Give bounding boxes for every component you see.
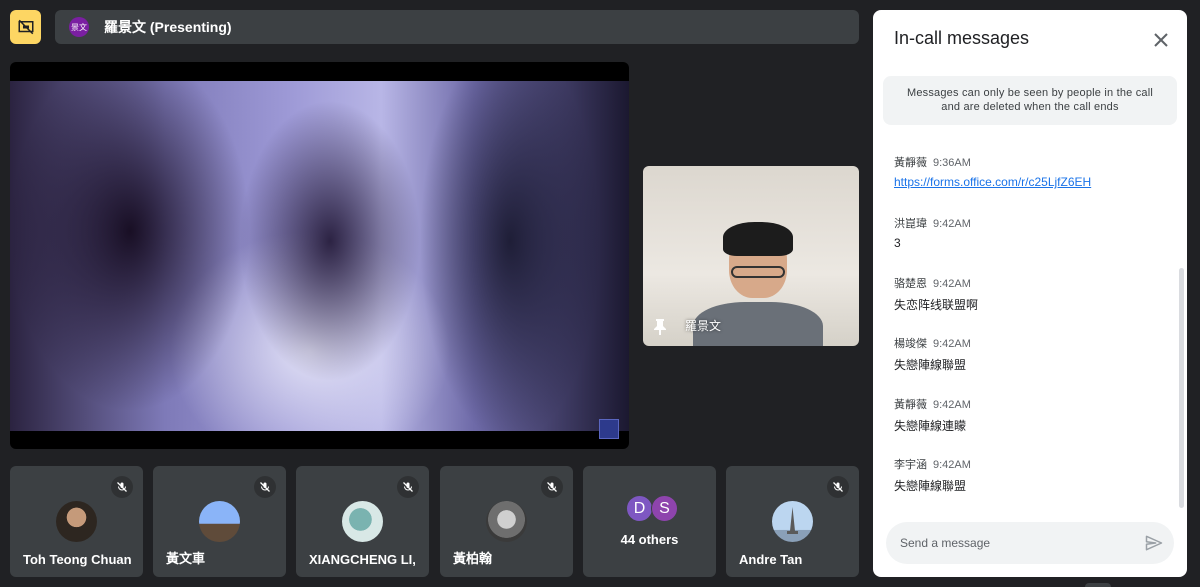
message-text: 失戀陣線聯盟 (894, 358, 967, 372)
message-text: 失恋阵线联盟啊 (894, 298, 979, 312)
message-sender: 黃靜薇 (894, 157, 927, 169)
avatar: S (651, 495, 678, 522)
chat-message: 黃靜薇 9:42AM 失戀陣線連矇 (894, 396, 1164, 434)
video-watermark-icon (599, 419, 619, 439)
others-tile[interactable]: D S 44 others (583, 466, 716, 577)
pinned-participant-name: 羅景文 (685, 319, 722, 333)
mic-off-icon (111, 476, 133, 498)
message-link[interactable]: https://forms.office.com/r/c25LjfZ6EH (894, 175, 1091, 189)
presenting-banner: 景文 羅景文 (Presenting) (55, 10, 859, 44)
participant-tile[interactable]: Toh Teong Chuan (10, 466, 143, 577)
message-time: 9:36AM (933, 157, 971, 169)
message-input-bar (886, 522, 1174, 564)
chat-message: 黃靜薇 9:36AM https://forms.office.com/r/c25… (894, 154, 1164, 189)
stop-presenting-button[interactable] (10, 10, 41, 44)
presenting-label: 羅景文 (Presenting) (104, 19, 232, 35)
bottom-indicator (1085, 583, 1111, 587)
avatar (772, 501, 813, 542)
message-time: 9:42AM (933, 218, 971, 230)
participant-name: Andre Tan (739, 552, 803, 567)
message-sender: 李宇涵 (894, 459, 927, 471)
avatar (342, 501, 383, 542)
participant-glasses (731, 266, 785, 278)
pin-icon[interactable] (653, 318, 667, 336)
participant-tile[interactable]: 黃柏翰 (440, 466, 573, 577)
chat-message: 李宇涵 9:42AM 失戀陣線聯盟 (894, 456, 1164, 494)
main-presentation-video[interactable] (10, 62, 629, 449)
chat-scrollbar[interactable] (1179, 268, 1184, 508)
mic-off-icon (254, 476, 276, 498)
participant-hair (723, 222, 793, 256)
close-icon (1154, 33, 1168, 47)
participant-tile[interactable]: Andre Tan (726, 466, 859, 577)
message-sender: 洪崑瑋 (894, 218, 927, 230)
close-button[interactable] (1149, 28, 1173, 52)
participant-tile[interactable]: XIANGCHENG LI, (296, 466, 429, 577)
mic-off-icon (827, 476, 849, 498)
avatar (486, 501, 527, 542)
message-time: 9:42AM (933, 459, 971, 471)
message-text: 失戀陣線連矇 (894, 419, 967, 433)
chat-message: 洪崑瑋 9:42AM 3 (894, 215, 1164, 250)
message-time: 9:42AM (933, 278, 971, 290)
send-icon[interactable] (1144, 533, 1164, 553)
chat-message: 楊竣傑 9:42AM 失戀陣線聯盟 (894, 335, 1164, 373)
message-sender: 黃靜薇 (894, 399, 927, 411)
message-time: 9:42AM (933, 399, 971, 411)
chat-message: 骆楚恩 9:42AM 失恋阵线联盟啊 (894, 275, 1164, 313)
message-text: 失戀陣線聯盟 (894, 479, 967, 493)
participant-name: 黃柏翰 (453, 551, 493, 566)
participant-name: Toh Teong Chuan (23, 552, 132, 567)
avatar (199, 501, 240, 542)
panel-title: In-call messages (894, 28, 1030, 48)
avatar: D (626, 495, 653, 522)
pinned-participant-tile[interactable]: 羅景文 (643, 166, 859, 346)
avatar (56, 501, 97, 542)
participant-tile[interactable]: 黃文車 (153, 466, 286, 577)
message-sender: 楊竣傑 (894, 338, 927, 350)
participant-name: 黃文車 (166, 551, 206, 566)
message-text: 3 (894, 236, 901, 250)
message-input[interactable] (900, 536, 1130, 550)
others-avatars: D S (626, 495, 678, 522)
present-off-icon (18, 19, 33, 35)
mic-off-icon (397, 476, 419, 498)
participant-name: XIANGCHENG LI, (309, 552, 416, 567)
others-count: 44 others (620, 532, 679, 547)
chat-notice: Messages can only be seen by people in t… (883, 76, 1177, 125)
message-sender: 骆楚恩 (894, 278, 927, 290)
presenter-avatar: 景文 (69, 17, 89, 37)
message-time: 9:42AM (933, 338, 971, 350)
mic-off-icon (541, 476, 563, 498)
presentation-content (10, 81, 629, 431)
participant-strip: Toh Teong Chuan 黃文車 XIANGCHENG LI, 黃柏翰 D… (10, 466, 860, 577)
in-call-messages-panel: In-call messages Messages can only be se… (873, 10, 1187, 577)
